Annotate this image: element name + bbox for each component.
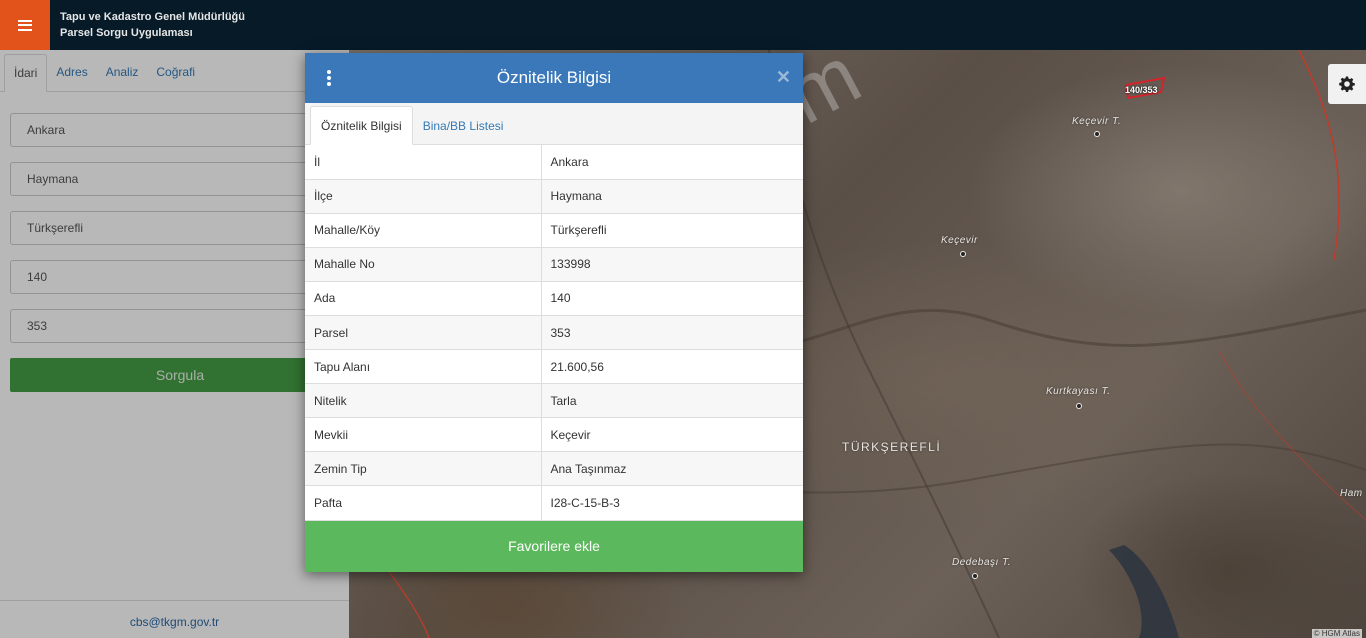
attribute-key: İl (305, 145, 542, 180)
parcel-label: 140/353 (1125, 85, 1158, 95)
map-attribution: © HGM Atlas (1311, 629, 1362, 638)
tab-building-list[interactable]: Bina/BB Listesi (413, 106, 514, 145)
modal-header: Öznitelik Bilgisi ✕ (305, 53, 803, 103)
table-row: Mahalle No 133998 (305, 247, 803, 282)
table-row: Parsel 353 (305, 315, 803, 351)
attribute-key: Mahalle/Köy (305, 213, 542, 248)
app-title: Tapu ve Kadastro Genel Müdürlüğü Parsel … (60, 9, 245, 41)
attribute-value: I28-C-15-B-3 (541, 485, 803, 521)
attribute-value: Ankara (541, 145, 803, 180)
close-icon[interactable]: ✕ (776, 67, 791, 88)
menu-button[interactable] (0, 0, 50, 50)
attribute-key: Nitelik (305, 383, 542, 419)
place-label: Keçevir T. (1072, 116, 1122, 127)
attribute-key: Parsel (305, 315, 542, 351)
place-label: Dedebaşı T. (952, 557, 1012, 568)
attribute-key: Tapu Alanı (305, 349, 542, 385)
place-label: Ham (1340, 488, 1363, 499)
attribute-value: 21.600,56 (541, 349, 803, 385)
hamburger-icon (18, 19, 32, 31)
app-name: Parsel Sorgu Uygulaması (60, 27, 193, 39)
top-bar: Tapu ve Kadastro Genel Müdürlüğü Parsel … (0, 0, 1366, 50)
attribute-value: Ana Taşınmaz (541, 451, 803, 487)
attribute-key: Mevkii (305, 417, 542, 453)
table-row: İlçe Haymana (305, 179, 803, 214)
attribute-value: Tarla (541, 383, 803, 419)
place-label: Keçevir (941, 235, 978, 246)
add-favorite-button[interactable]: Favorilere ekle (305, 521, 803, 572)
table-row: Mahalle/Köy Türkşerefli (305, 213, 803, 248)
attribute-value: Haymana (541, 179, 803, 214)
attribute-key: Ada (305, 281, 542, 316)
table-row: Mevkii Keçevir (305, 417, 803, 453)
table-row: İl Ankara (305, 145, 803, 180)
table-row: Ada 140 (305, 281, 803, 316)
attribute-table: İl Ankara İlçe Haymana Mahalle/Köy Türkşerefl… (305, 145, 803, 521)
table-row: Pafta I28-C-15-B-3 (305, 485, 803, 521)
attribute-key: Zemin Tip (305, 451, 542, 487)
place-label: TÜRKŞEREFLİ (842, 440, 942, 454)
table-row: Tapu Alanı 21.600,56 (305, 349, 803, 385)
attribute-key: Pafta (305, 485, 542, 521)
org-name: Tapu ve Kadastro Genel Müdürlüğü (60, 11, 245, 23)
place-label: Kurtkayası T. (1046, 386, 1111, 397)
attribute-key: İlçe (305, 179, 542, 214)
modal-tabs: Öznitelik Bilgisi Bina/BB Listesi (305, 103, 803, 145)
modal-backdrop (0, 50, 349, 638)
attribute-key: Mahalle No (305, 247, 542, 282)
attribute-value: Türkşerefli (541, 213, 803, 248)
attribute-value: 353 (541, 315, 803, 351)
tab-attribute-info[interactable]: Öznitelik Bilgisi (310, 106, 413, 145)
gear-icon (1339, 76, 1355, 92)
attribute-value: 140 (541, 281, 803, 316)
attribute-value: Keçevir (541, 417, 803, 453)
attribute-modal: Öznitelik Bilgisi ✕ Öznitelik Bilgisi Bi… (305, 53, 803, 572)
table-row: Nitelik Tarla (305, 383, 803, 419)
attribute-value: 133998 (541, 247, 803, 282)
modal-title: Öznitelik Bilgisi (496, 68, 612, 87)
table-row: Zemin Tip Ana Taşınmaz (305, 451, 803, 487)
settings-button[interactable] (1328, 64, 1366, 104)
